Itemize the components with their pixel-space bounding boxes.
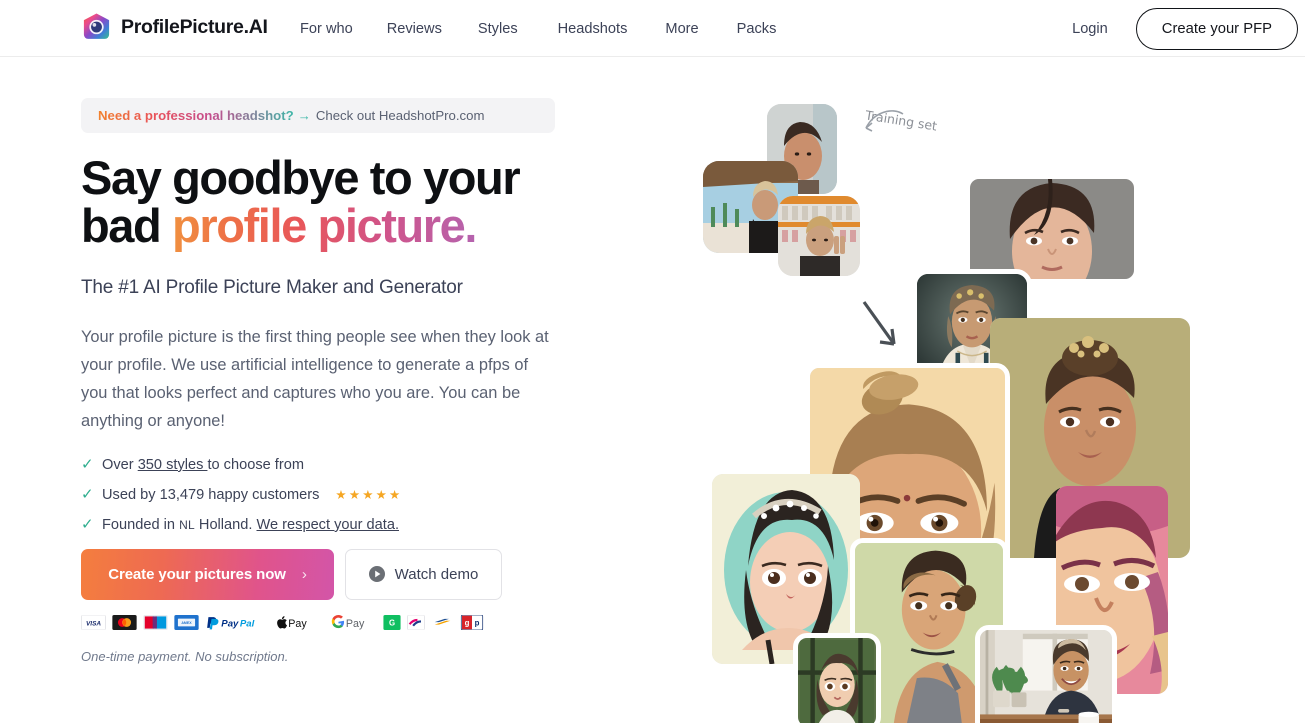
- promo-rest-text: Check out HeadshotPro.com: [315, 108, 485, 123]
- giropay-icon: g p: [460, 614, 484, 630]
- nav-item-headshots[interactable]: Headshots: [558, 15, 628, 43]
- promo-strong-text: Need a professional headshot?: [98, 108, 294, 123]
- bullet-mid: Holland.: [194, 516, 257, 533]
- list-item: ✓ Over 350 styles to choose from: [81, 457, 601, 473]
- apple-pay-icon: Pay: [275, 615, 323, 630]
- sofort-icon: [431, 614, 454, 630]
- promo-arrow-icon: →: [297, 108, 311, 123]
- paypal-icon: Pay Pal: [205, 615, 269, 630]
- headline-line-2-plain: bad: [81, 199, 173, 253]
- diagonal-arrow-icon: [862, 301, 896, 346]
- nav-item-for-who[interactable]: For who: [300, 15, 353, 43]
- svg-text:p: p: [475, 619, 480, 628]
- chevron-right-icon: ›: [301, 565, 307, 583]
- bancontact-icon: [407, 614, 425, 630]
- watch-demo-button[interactable]: Watch demo: [345, 548, 502, 600]
- site-header: ProfilePicture.AI For who Reviews Styles…: [0, 0, 1305, 57]
- bullet-post: to choose from: [207, 456, 304, 473]
- header-actions: Login Create your PFP: [1072, 0, 1305, 57]
- page-subtitle: The #1 AI Profile Picture Maker and Gene…: [81, 276, 463, 298]
- maestro-icon: [143, 614, 168, 630]
- payment-methods: VISA AMEX Pay Pal Pay Pay G g p: [81, 614, 601, 630]
- check-icon: ✓: [81, 486, 94, 504]
- play-circle-icon: [368, 566, 385, 583]
- payment-fineprint: One-time payment. No subscription.: [81, 648, 289, 664]
- login-link[interactable]: Login: [1072, 21, 1108, 37]
- hero-left-column: Need a professional headshot? → Check ou…: [81, 98, 601, 664]
- main-nav: For who Reviews Styles Headshots More Pa…: [300, 0, 776, 57]
- feature-bullets: ✓ Over 350 styles to choose from ✓ Used …: [81, 457, 601, 533]
- privacy-link[interactable]: We respect your data.: [257, 517, 400, 533]
- hero-section: Need a professional headshot? → Check ou…: [0, 57, 1305, 723]
- amex-icon: AMEX: [174, 614, 199, 630]
- brand[interactable]: ProfilePicture.AI: [81, 12, 268, 43]
- check-icon: ✓: [81, 516, 94, 534]
- bullet-text: Used by 13,479 happy customers: [102, 486, 320, 503]
- bullet-text: Over 350 styles to choose from: [102, 457, 304, 473]
- brand-name: ProfilePicture.AI: [121, 16, 268, 38]
- star-rating: ★★★★★: [335, 488, 403, 503]
- mastercard-icon: [112, 614, 137, 630]
- bullet-pre: Founded in: [102, 516, 180, 533]
- watch-demo-label: Watch demo: [394, 565, 479, 583]
- create-your-pfp-button[interactable]: Create your PFP: [1135, 7, 1298, 50]
- headline-line-2-gradient: profile picture.: [172, 199, 477, 253]
- hero-body-text: Your profile picture is the first thing …: [81, 327, 549, 430]
- generated-photo-anime-window: [793, 633, 881, 723]
- headline-line-1: Say goodbye to your: [81, 151, 521, 204]
- generated-photo-gray-portrait: [970, 179, 1134, 279]
- svg-text:VISA: VISA: [86, 620, 101, 627]
- country-code: NL: [179, 517, 195, 532]
- nav-item-more[interactable]: More: [665, 15, 698, 43]
- hero-image-collage: Training set: [660, 98, 1280, 723]
- svg-text:Pay: Pay: [221, 618, 239, 629]
- cta-button-row: Create your pictures now › Watch demo: [81, 548, 601, 600]
- profilepicture-logo-icon: [81, 12, 112, 43]
- create-your-pictures-now-button[interactable]: Create your pictures now ›: [81, 548, 334, 600]
- bullet-text: Founded in NL Holland. We respect your d…: [102, 517, 399, 533]
- ideal-icon: G: [383, 614, 401, 630]
- curved-arrow-icon: [865, 110, 904, 132]
- page-title: Say goodbye to your bad profile picture.: [81, 151, 601, 253]
- list-item: ✓ Founded in NL Holland. We respect your…: [81, 517, 601, 533]
- list-item: ✓ Used by 13,479 happy customers ★★★★★: [81, 487, 601, 503]
- svg-text:Pay: Pay: [346, 618, 365, 630]
- cta-primary-label: Create your pictures now: [108, 565, 286, 583]
- svg-text:g: g: [465, 619, 470, 628]
- svg-text:Pay: Pay: [288, 618, 307, 630]
- check-icon: ✓: [81, 456, 94, 474]
- styles-link[interactable]: 350 styles: [138, 457, 208, 473]
- google-pay-icon: Pay: [329, 614, 377, 630]
- bullet-pre: Over: [102, 456, 138, 473]
- nav-item-reviews[interactable]: Reviews: [387, 15, 442, 43]
- generated-photo-cafe-smile: [975, 625, 1117, 723]
- svg-text:Pal: Pal: [240, 618, 255, 629]
- visa-icon: VISA: [81, 614, 106, 630]
- svg-text:G: G: [389, 619, 395, 628]
- nav-item-packs[interactable]: Packs: [737, 15, 777, 43]
- training-photo-store: [778, 196, 860, 276]
- headshotpro-promo-banner[interactable]: Need a professional headshot? → Check ou…: [81, 98, 555, 133]
- svg-text:AMEX: AMEX: [181, 621, 192, 625]
- nav-item-styles[interactable]: Styles: [478, 15, 518, 43]
